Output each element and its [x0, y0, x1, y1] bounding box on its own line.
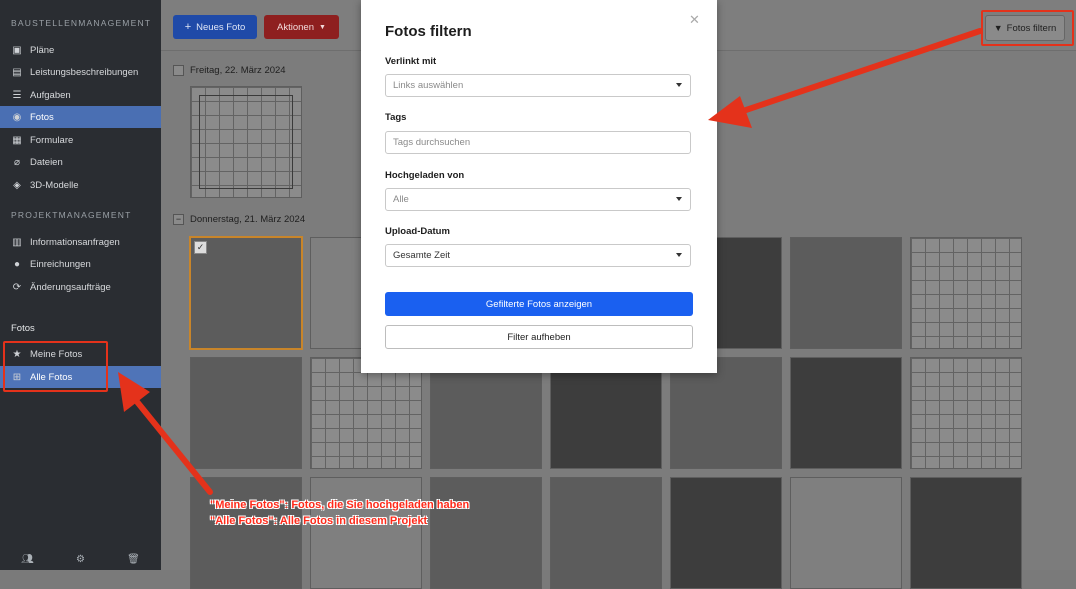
book-icon: ▤: [12, 66, 22, 78]
actions-button[interactable]: Aktionen ▼: [264, 15, 339, 39]
sidebar-item-label: Änderungsaufträge: [30, 281, 111, 293]
sidebar-item-label: Fotos: [30, 111, 54, 123]
photo-thumbnail[interactable]: [430, 357, 542, 469]
info-icon: ▥: [12, 236, 22, 248]
floor-plan-outline: [199, 95, 293, 189]
section-title-project: PROJEKTMANAGEMENT: [11, 210, 132, 220]
photo-thumbnail[interactable]: [790, 237, 902, 349]
upload-date-value: Gesamte Zeit: [393, 250, 451, 261]
upload-date-select[interactable]: Gesamte Zeit: [385, 244, 691, 267]
sidebar-item-einreichungen[interactable]: ● Einreichungen: [0, 253, 161, 275]
photo-thumbnail[interactable]: [790, 357, 902, 469]
filter-button-highlight: [981, 10, 1074, 46]
tags-search-placeholder: Tags durchsuchen: [393, 137, 471, 148]
floor-plan-image: [911, 238, 1021, 348]
linked-select[interactable]: Links auswählen: [385, 74, 691, 97]
plus-icon: +: [184, 21, 192, 33]
section-title-site: BAUSTELLENMANAGEMENT: [11, 18, 152, 28]
user-icon: ●: [13, 258, 21, 270]
camera-icon: ◉: [12, 111, 22, 123]
form-icon: ▦: [12, 134, 22, 146]
trash-icon[interactable]: 🗑︎: [127, 554, 140, 565]
filter-modal: Fotos filtern ✕ Verlinkt mit Links auswä…: [361, 0, 717, 373]
linked-select-placeholder: Links auswählen: [393, 80, 464, 91]
photo-thumbnail[interactable]: [670, 357, 782, 469]
sidebar-item-label: Pläne: [30, 44, 55, 56]
uploaded-by-value: Alle: [393, 194, 409, 205]
sidebar-item-plaene[interactable]: ▣ Pläne: [0, 39, 161, 61]
caret-down-icon: [676, 197, 682, 201]
sidebar-item-aufgaben[interactable]: ☰ Aufgaben: [0, 84, 161, 106]
cube-icon: ◈: [13, 179, 21, 191]
sidebar-item-label: Einreichungen: [30, 258, 91, 270]
photo-thumbnail[interactable]: [910, 357, 1022, 469]
new-photo-button[interactable]: + Neues Foto: [173, 15, 257, 39]
sidebar-item-3d-modelle[interactable]: ◈ 3D-Modelle: [0, 174, 161, 196]
date-group-header: − Donnerstag, 21. März 2024: [173, 214, 305, 225]
sidebar-item-dateien[interactable]: ⌀ Dateien: [0, 151, 161, 173]
group-checkbox[interactable]: [173, 65, 184, 76]
floor-plan-image: [911, 358, 1021, 468]
sidebar-item-fotos[interactable]: ◉ Fotos: [0, 106, 161, 128]
caret-down-icon: [676, 83, 682, 87]
uploaded-by-label: Hochgeladen von: [385, 170, 465, 181]
sidebar-item-label: Informationsanfragen: [30, 236, 120, 248]
photo-thumbnail[interactable]: [550, 477, 662, 589]
plan-icon: ▣: [12, 44, 22, 56]
caret-down-icon: [676, 253, 682, 257]
group-collapse-checkbox[interactable]: −: [173, 214, 184, 225]
users-icon[interactable]: 👥︎: [21, 554, 34, 565]
sidebar: BAUSTELLENMANAGEMENT ▣ Pläne ▤ Leistungs…: [0, 0, 161, 570]
photo-thumbnail[interactable]: [310, 477, 422, 589]
photo-thumbnail-selected[interactable]: ✓: [189, 236, 303, 350]
photo-thumbnail[interactable]: [790, 477, 902, 589]
date-group-header: Freitag, 22. März 2024: [173, 65, 286, 76]
group-date: Freitag, 22. März 2024: [190, 65, 286, 76]
new-photo-label: Neues Foto: [196, 21, 246, 33]
annotation-alle-fotos: "Alle Fotos": Alle Fotos in diesem Proje…: [210, 515, 428, 527]
photo-checkbox-checked[interactable]: ✓: [194, 241, 207, 254]
photo-thumbnail[interactable]: [550, 357, 662, 469]
photo-thumbnail[interactable]: [670, 477, 782, 589]
annotation-meine-fotos: "Meine Fotos": Fotos, die Sie hochgelade…: [210, 499, 470, 511]
close-icon[interactable]: ✕: [689, 12, 700, 28]
sidebar-item-label: 3D-Modelle: [30, 179, 79, 191]
photo-thumbnail[interactable]: [190, 357, 302, 469]
photo-thumbnail[interactable]: [190, 86, 302, 198]
photo-nav-highlight: [3, 341, 108, 392]
apply-filter-button[interactable]: Gefilterte Fotos anzeigen: [385, 292, 693, 316]
modal-title: Fotos filtern: [385, 23, 472, 40]
floor-plan-image: [311, 358, 421, 468]
photo-thumbnail[interactable]: [310, 357, 422, 469]
photo-thumbnail[interactable]: [190, 477, 302, 589]
sidebar-item-aenderungsauftraege[interactable]: ⟳ Änderungsaufträge: [0, 276, 161, 298]
tags-search-input[interactable]: Tags durchsuchen: [385, 131, 691, 154]
upload-date-label: Upload-Datum: [385, 226, 450, 237]
group-date: Donnerstag, 21. März 2024: [190, 214, 306, 225]
clear-filter-button[interactable]: Filter aufheben: [385, 325, 693, 349]
caret-down-icon: ▼: [319, 23, 326, 31]
uploaded-by-select[interactable]: Alle: [385, 188, 691, 211]
sidebar-item-label: Formulare: [30, 134, 74, 146]
fotos-section-title: Fotos: [11, 323, 35, 334]
photo-thumbnail[interactable]: [910, 237, 1022, 349]
tags-label: Tags: [385, 112, 407, 123]
sidebar-item-label: Leistungsbeschreibungen: [30, 66, 139, 78]
photo-thumbnail[interactable]: [430, 477, 542, 589]
sidebar-item-informationsanfragen[interactable]: ▥ Informationsanfragen: [0, 231, 161, 253]
change-icon: ⟳: [12, 281, 22, 293]
sidebar-item-label: Aufgaben: [30, 89, 71, 101]
paperclip-icon: ⌀: [13, 156, 21, 168]
actions-label: Aktionen: [277, 21, 315, 33]
sidebar-footer: 👥︎ ⚙ 🗑︎: [0, 554, 161, 565]
photo-thumbnail[interactable]: [910, 477, 1022, 589]
sidebar-item-formulare[interactable]: ▦ Formulare: [0, 129, 161, 151]
gear-icon[interactable]: ⚙: [76, 554, 85, 565]
list-icon: ☰: [12, 89, 22, 101]
linked-label: Verlinkt mit: [385, 56, 437, 67]
sidebar-item-label: Dateien: [30, 156, 63, 168]
sidebar-item-leistungsbeschreibungen[interactable]: ▤ Leistungsbeschreibungen: [0, 61, 161, 83]
